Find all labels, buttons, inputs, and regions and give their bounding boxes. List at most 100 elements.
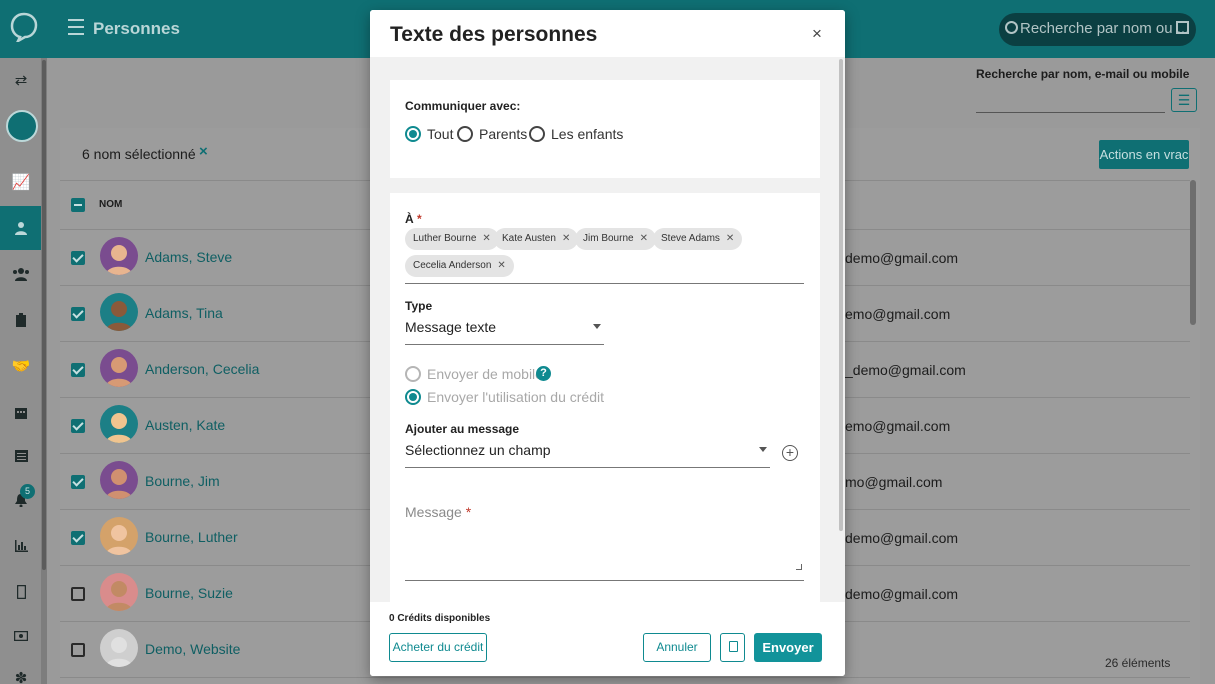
chevron-down-icon[interactable] xyxy=(593,324,601,329)
avatar xyxy=(100,405,138,443)
avatar xyxy=(100,237,138,275)
row-checkbox[interactable] xyxy=(71,251,85,265)
avatar xyxy=(100,293,138,331)
dialog-footer: 0 Crédits disponibles Acheter du crédit … xyxy=(370,602,845,676)
chevron-down-icon[interactable] xyxy=(759,447,767,452)
row-name-link[interactable]: Demo, Website xyxy=(145,641,240,657)
notification-badge: 5 xyxy=(20,484,35,499)
radio-use-credit[interactable] xyxy=(405,389,421,405)
handshake-icon[interactable]: 🤝 xyxy=(0,344,42,388)
money-icon[interactable] xyxy=(0,614,42,658)
selection-count: 6 nom sélectionné xyxy=(82,146,196,162)
group-icon[interactable] xyxy=(0,252,42,296)
bar-chart-icon[interactable] xyxy=(0,524,42,568)
list-icon[interactable] xyxy=(0,434,42,478)
radio-parents-label[interactable]: Parents xyxy=(479,126,527,142)
clear-selection-icon[interactable]: × xyxy=(199,143,208,160)
radio-parents[interactable] xyxy=(457,126,473,142)
type-label: Type xyxy=(405,299,433,313)
row-checkbox[interactable] xyxy=(71,419,85,433)
global-search-input[interactable]: Recherche par nom ou ... xyxy=(999,13,1196,46)
remove-chip-icon[interactable]: ✕ xyxy=(640,233,648,244)
remove-chip-icon[interactable]: ✕ xyxy=(482,233,490,244)
buy-credit-button[interactable]: Acheter du crédit xyxy=(389,633,487,662)
cancel-button[interactable]: Annuler xyxy=(643,633,711,662)
avatar xyxy=(100,461,138,499)
swap-icon[interactable]: ⇄ xyxy=(0,58,42,102)
row-checkbox[interactable] xyxy=(71,307,85,321)
radio-all[interactable] xyxy=(405,126,421,142)
send-from-mobile-label[interactable]: Envoyer de mobile xyxy=(427,366,543,382)
resize-handle-icon[interactable] xyxy=(796,564,802,570)
row-name-link[interactable]: Anderson, Cecelia xyxy=(145,361,259,377)
search-icon xyxy=(1005,21,1018,34)
avatar xyxy=(100,629,138,667)
row-name-link[interactable]: Adams, Tina xyxy=(145,305,223,321)
row-name-link[interactable]: Bourne, Suzie xyxy=(145,585,233,601)
row-name-link[interactable]: Austen, Kate xyxy=(145,417,225,433)
row-checkbox[interactable] xyxy=(71,587,85,601)
send-button[interactable]: Envoyer xyxy=(754,633,822,662)
row-name-link[interactable]: Bourne, Luther xyxy=(145,529,238,545)
remove-chip-icon[interactable]: ✕ xyxy=(497,260,505,271)
dialog-scroll-thumb[interactable] xyxy=(839,59,843,531)
calendar-icon xyxy=(729,641,738,652)
row-email: demo@gmail.com xyxy=(845,586,959,602)
row-checkbox[interactable] xyxy=(71,643,85,657)
row-name-link[interactable]: Adams, Steve xyxy=(145,249,232,265)
radio-all-label[interactable]: Tout xyxy=(427,126,453,142)
recipients-field-underline xyxy=(405,283,804,284)
filter-input[interactable] xyxy=(976,112,1165,113)
remove-chip-icon[interactable]: ✕ xyxy=(562,233,570,244)
remove-chip-icon[interactable]: ✕ xyxy=(726,233,734,244)
recipient-chip[interactable]: Jim Bourne ✕ xyxy=(575,228,656,250)
filter-list-icon[interactable]: ☰ xyxy=(1171,88,1197,112)
person-icon xyxy=(15,222,27,235)
app-logo-icon[interactable] xyxy=(10,12,38,42)
church-icon[interactable] xyxy=(6,110,38,142)
calendar-icon[interactable] xyxy=(0,390,42,434)
add-field-icon[interactable]: + xyxy=(782,445,798,461)
avatar xyxy=(100,573,138,611)
help-icon[interactable]: ? xyxy=(536,366,551,381)
row-checkbox[interactable] xyxy=(71,531,85,545)
row-checkbox[interactable] xyxy=(71,475,85,489)
recipient-chip[interactable]: Steve Adams ✕ xyxy=(653,228,743,250)
row-email: mo@gmail.com xyxy=(845,474,943,490)
recipient-chip[interactable]: Luther Bourne ✕ xyxy=(405,228,499,250)
bell-icon[interactable] xyxy=(0,478,42,522)
type-select[interactable]: Message texte xyxy=(405,319,496,335)
qr-code-icon[interactable] xyxy=(1176,21,1189,34)
radio-send-from-mobile[interactable] xyxy=(405,366,421,382)
recipient-chip[interactable]: Cecelia Anderson ✕ xyxy=(405,255,514,277)
radio-children-label[interactable]: Les enfants xyxy=(551,126,623,142)
sidebar-scroll-thumb[interactable] xyxy=(42,60,46,570)
communicate-label: Communiquer avec: xyxy=(405,99,521,113)
menu-icon[interactable] xyxy=(68,19,84,35)
row-checkbox[interactable] xyxy=(71,363,85,377)
message-textarea[interactable] xyxy=(405,580,804,581)
close-icon[interactable]: × xyxy=(812,24,822,44)
text-people-dialog: Texte des personnes × Communiquer avec: … xyxy=(370,10,845,676)
schedule-button[interactable] xyxy=(720,633,745,662)
mobile-icon[interactable] xyxy=(0,570,42,614)
use-credit-label[interactable]: Envoyer l'utilisation du crédit xyxy=(427,389,604,405)
recipient-chip[interactable]: Kate Austen ✕ xyxy=(494,228,579,250)
select-all-checkbox[interactable] xyxy=(71,198,85,212)
avatar xyxy=(100,517,138,555)
settings-icon[interactable]: ✽ xyxy=(0,656,42,684)
chart-icon[interactable]: 📈 xyxy=(0,160,42,204)
bulk-actions-button[interactable]: Actions en vrac xyxy=(1099,140,1189,169)
field-select[interactable]: Sélectionnez un champ xyxy=(405,442,551,458)
credits-available: 0 Crédits disponibles xyxy=(389,613,491,624)
row-email: emo@gmail.com xyxy=(845,306,951,322)
row-name-link[interactable]: Bourne, Jim xyxy=(145,473,220,489)
search-placeholder: Recherche par nom ou ... xyxy=(1020,20,1190,37)
table-scrollbar[interactable] xyxy=(1190,180,1196,325)
column-name-header[interactable]: NOM xyxy=(99,199,122,210)
row-email: demo@gmail.com xyxy=(845,530,959,546)
radio-children[interactable] xyxy=(529,126,545,142)
clipboard-icon[interactable] xyxy=(0,298,42,342)
sidebar-item-people[interactable] xyxy=(0,206,42,250)
row-email: demo@gmail.com xyxy=(845,250,959,266)
